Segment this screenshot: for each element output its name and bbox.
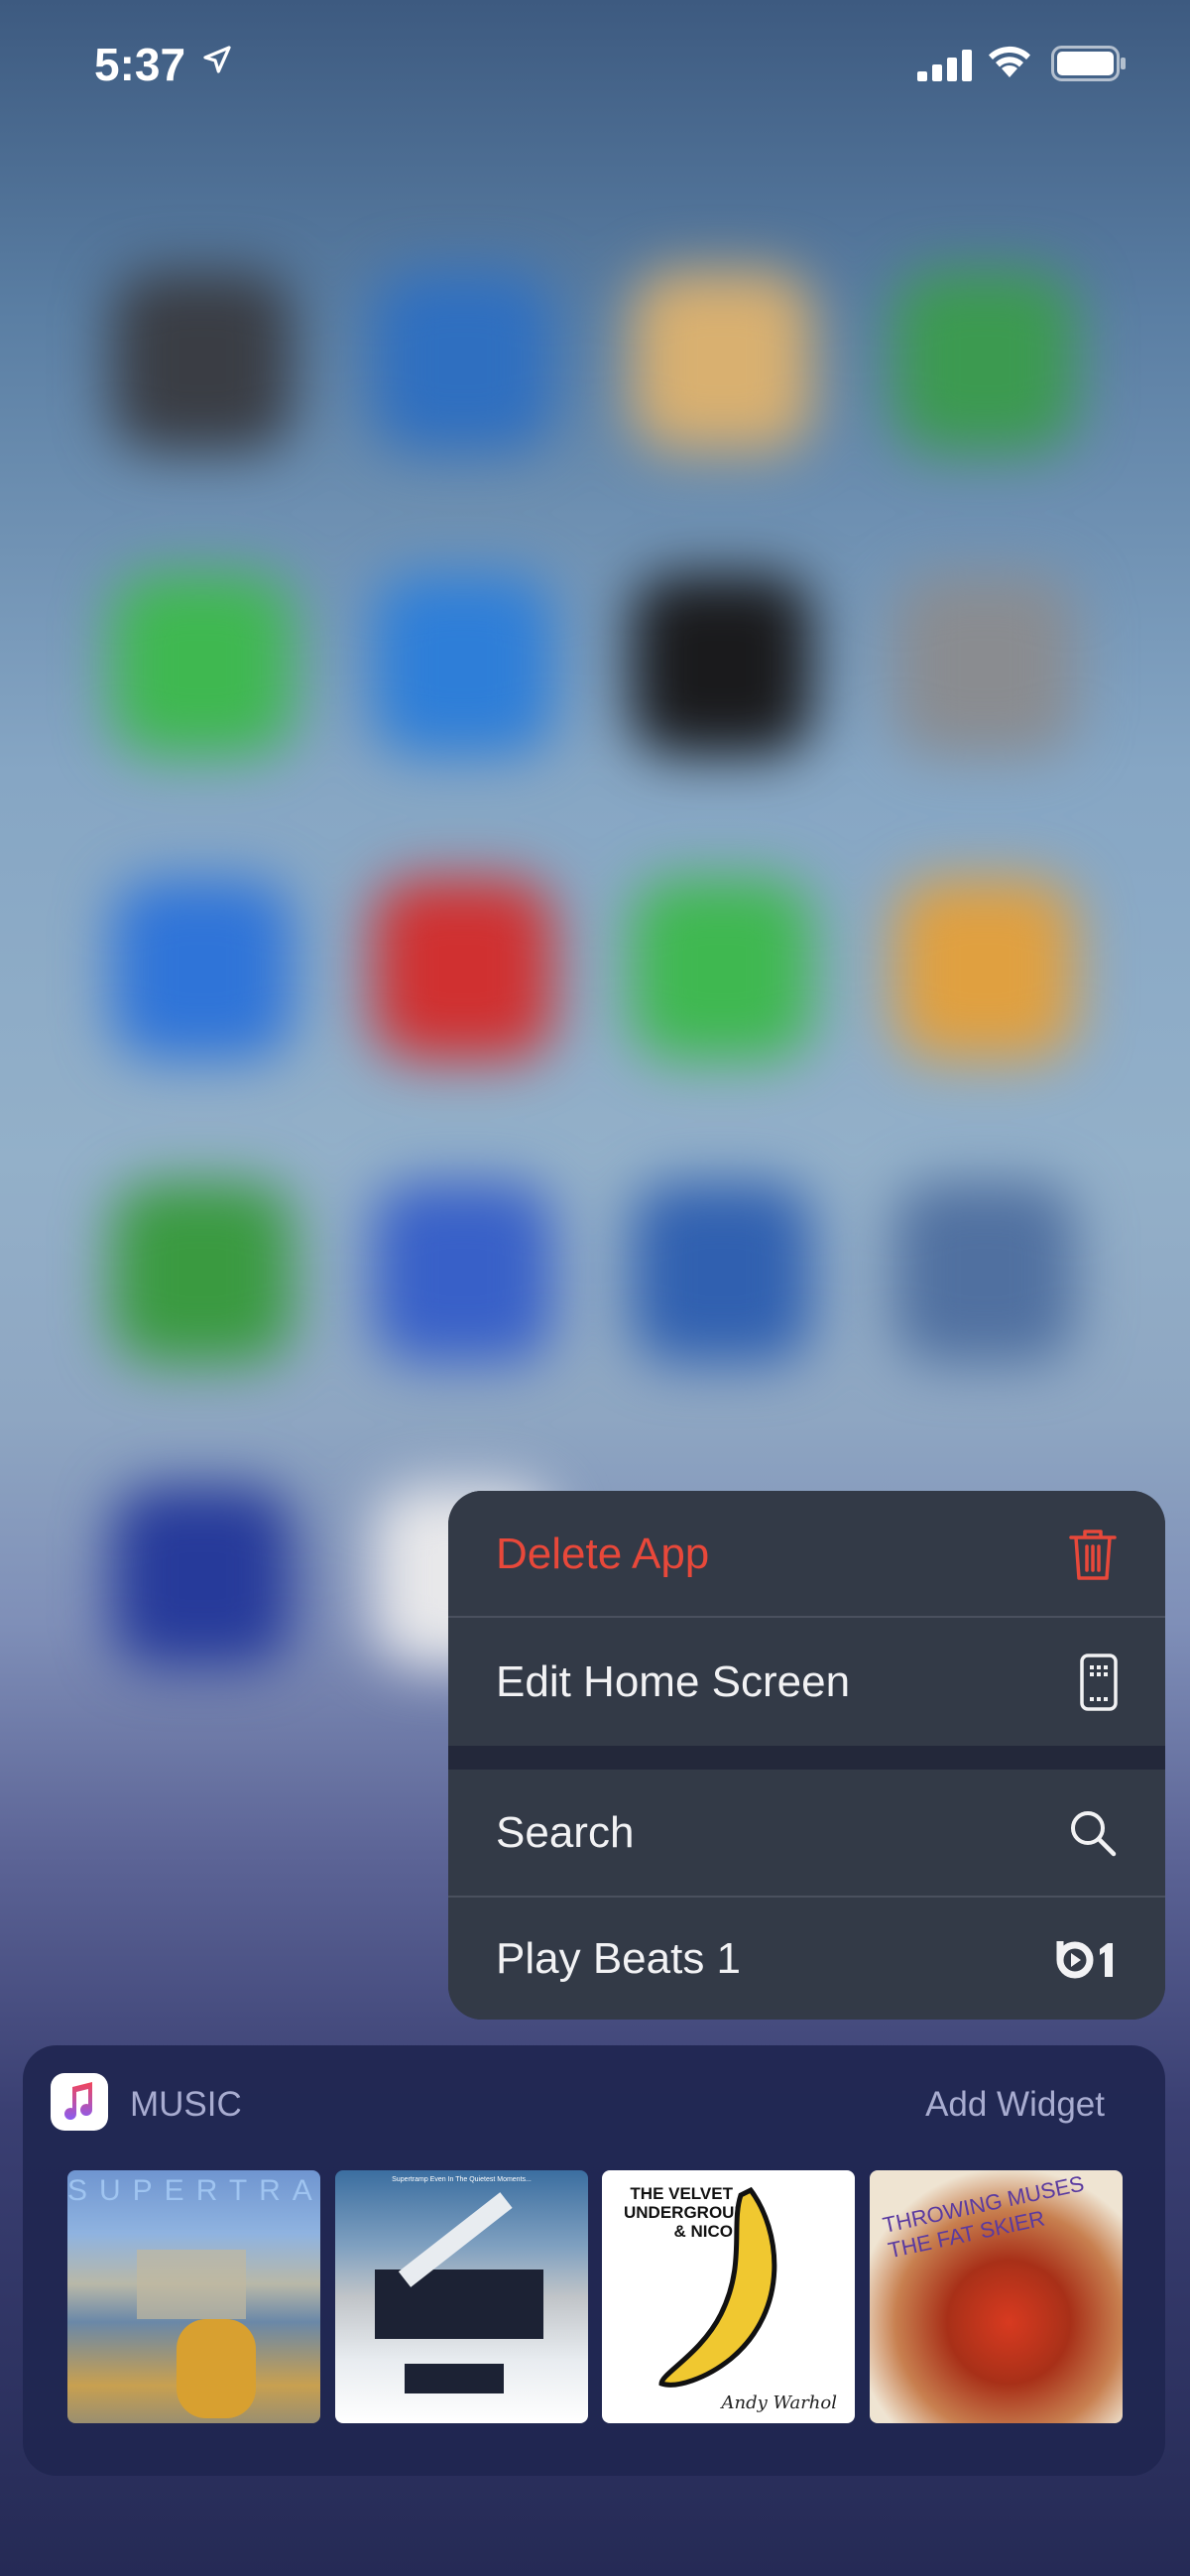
blurred-app-icon	[112, 1182, 293, 1363]
blurred-app-icon	[112, 574, 293, 755]
blurred-app-icon	[112, 271, 293, 451]
delete-app-menu-item[interactable]: Delete App	[448, 1491, 1165, 1617]
album-logo-text: Supertramp Even In The Quietest Moments.…	[392, 2176, 532, 2183]
throwing-muses-fat-skier-cover[interactable]: THROWING MUSES THE FAT SKIER	[870, 2170, 1123, 2423]
status-bar: 5:37	[0, 0, 1190, 129]
blurred-app-icon	[894, 271, 1075, 451]
phone-apps-icon	[1080, 1653, 1118, 1711]
blurred-app-icon	[894, 574, 1075, 755]
cellular-signal-icon	[917, 50, 972, 81]
blurred-app-icon	[894, 879, 1075, 1059]
blurred-app-icon	[112, 879, 293, 1059]
battery-icon	[1051, 46, 1126, 81]
blurred-app-icon	[373, 574, 553, 755]
album-signature: Andy Warhol	[721, 2392, 837, 2413]
app-context-menu: Delete App Edit Home Screen Search Play …	[448, 1491, 1165, 2020]
location-arrow-icon	[203, 46, 231, 73]
wifi-icon	[989, 46, 1030, 77]
music-widget: MUSIC Add Widget SUPERTRAMP Supertramp E…	[23, 2045, 1165, 2476]
blurred-app-icon	[632, 271, 812, 451]
album-logo-text: THROWING MUSES THE FAT SKIER	[880, 2170, 1087, 2264]
add-widget-button[interactable]: Add Widget	[925, 2085, 1105, 2125]
widget-title: MUSIC	[130, 2085, 242, 2124]
edit-home-screen-menu-item[interactable]: Edit Home Screen	[448, 1618, 1165, 1746]
search-icon	[1071, 1810, 1117, 1856]
menu-section-separator	[448, 1746, 1165, 1770]
blurred-app-icon	[632, 1182, 812, 1363]
blurred-app-icon	[373, 1182, 553, 1363]
album-logo-text: SUPERTRAMP	[67, 2174, 320, 2207]
status-time: 5:37	[94, 39, 186, 90]
blurred-app-icon	[373, 271, 553, 451]
velvet-underground-nico-cover[interactable]: THE VELVET UNDERGROUND & NICO Andy Warho…	[602, 2170, 855, 2423]
music-app-icon	[51, 2073, 108, 2131]
menu-item-label: Edit Home Screen	[496, 1656, 851, 1706]
blurred-app-icon	[632, 574, 812, 755]
blurred-app-icon	[373, 879, 553, 1059]
play-beats-1-menu-item[interactable]: Play Beats 1	[448, 1898, 1165, 2020]
blurred-app-icon	[894, 1182, 1075, 1363]
menu-item-label: Delete App	[496, 1529, 710, 1578]
supertramp-album-cover[interactable]: SUPERTRAMP	[67, 2170, 320, 2423]
blurred-app-icon	[632, 879, 812, 1059]
beats1-icon	[1056, 1940, 1113, 1978]
search-menu-item[interactable]: Search	[448, 1770, 1165, 1896]
blurred-app-icon	[112, 1486, 293, 1666]
trash-icon	[1069, 1529, 1117, 1580]
menu-item-label: Search	[496, 1807, 635, 1857]
menu-item-label: Play Beats 1	[496, 1933, 742, 1983]
supertramp-even-in-the-quietest-moments-cover[interactable]: Supertramp Even In The Quietest Moments.…	[335, 2170, 588, 2423]
